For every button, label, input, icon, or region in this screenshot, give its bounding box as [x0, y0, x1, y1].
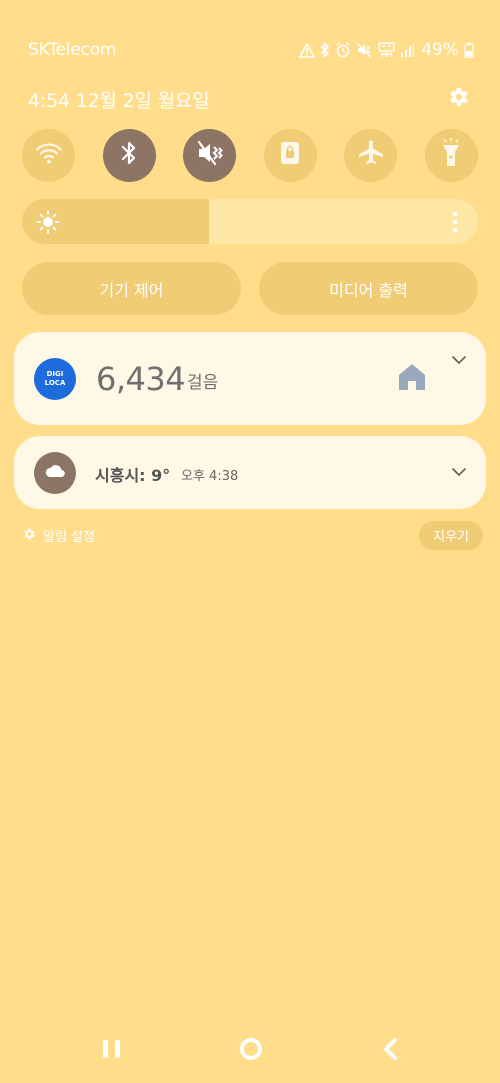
weather-update-time: 오후 4:38 [181, 469, 239, 484]
bluetooth-icon [320, 42, 330, 58]
step-count: 6,434 [96, 360, 186, 398]
quick-settings-tiles [22, 129, 478, 182]
rotation-lock-toggle[interactable] [263, 129, 317, 182]
datetime-row: 4:54 12월 2일 월요일 [28, 84, 472, 114]
bluetooth-toggle[interactable] [102, 129, 156, 182]
gear-icon [446, 85, 470, 114]
wifi-icon [35, 141, 63, 170]
home-icon[interactable] [397, 362, 427, 397]
battery-icon [464, 42, 474, 58]
digiloca-app-icon: DIGI LOCA [34, 358, 76, 400]
alert-triangle-icon [299, 42, 316, 58]
flashlight-icon [440, 138, 462, 173]
signal-icon [400, 43, 415, 57]
bluetooth-icon [121, 140, 137, 171]
clear-all-button[interactable]: 지우기 [419, 521, 483, 550]
airplane-mode-toggle[interactable] [344, 129, 398, 182]
home-button[interactable] [236, 1036, 266, 1066]
notification-footer: 알림 설정 지우기 [22, 521, 483, 550]
sun-icon [36, 210, 60, 239]
home-circle-icon [238, 1036, 264, 1067]
alarm-icon [335, 42, 351, 58]
more-options-icon[interactable] [452, 211, 458, 238]
battery-percentage: 49% [421, 40, 459, 60]
step-unit: 걸음 [187, 373, 219, 393]
sound-mode-toggle[interactable] [183, 129, 237, 182]
weather-location-temp: 시흥시: 9° [95, 466, 171, 485]
app-logo-line1: DIGI [46, 370, 64, 378]
navigation-bar [0, 1030, 500, 1070]
back-button[interactable] [376, 1036, 406, 1066]
carrier-name: SKTelecom [28, 40, 117, 60]
expand-chevron-icon[interactable] [452, 464, 466, 482]
expand-chevron-icon[interactable] [452, 352, 466, 370]
rotation-lock-icon [278, 140, 302, 171]
back-chevron-icon [381, 1037, 401, 1066]
brightness-slider[interactable] [22, 199, 478, 244]
gear-icon [22, 527, 36, 545]
vibrate-mute-icon [356, 42, 373, 58]
recents-icon [100, 1038, 124, 1065]
notification-settings-label: 알림 설정 [43, 530, 95, 545]
weather-app-icon [34, 452, 76, 494]
quick-action-buttons: 기기 제어 미디어 출력 [22, 262, 478, 315]
settings-button[interactable] [444, 85, 472, 113]
mute-vibrate-icon [196, 140, 224, 171]
weather-notification[interactable]: 시흥시: 9° 오후 4:38 [14, 436, 486, 509]
cloud-icon [44, 464, 66, 483]
media-output-button[interactable]: 미디어 출력 [259, 262, 478, 315]
steps-notification[interactable]: DIGI LOCA 6,434 걸음 [14, 332, 486, 425]
flashlight-toggle[interactable] [424, 129, 478, 182]
status-bar: SKTelecom 49% [28, 38, 474, 62]
app-logo-line2: LOCA [44, 379, 66, 387]
device-control-button[interactable]: 기기 제어 [22, 262, 241, 315]
volte-icon [378, 42, 395, 58]
wifi-toggle[interactable] [22, 129, 75, 182]
date-time-text[interactable]: 4:54 12월 2일 월요일 [28, 86, 210, 113]
recents-button[interactable] [97, 1036, 127, 1066]
status-icons: 49% [299, 40, 474, 60]
notification-settings-button[interactable]: 알림 설정 [22, 526, 95, 545]
airplane-icon [357, 139, 385, 172]
